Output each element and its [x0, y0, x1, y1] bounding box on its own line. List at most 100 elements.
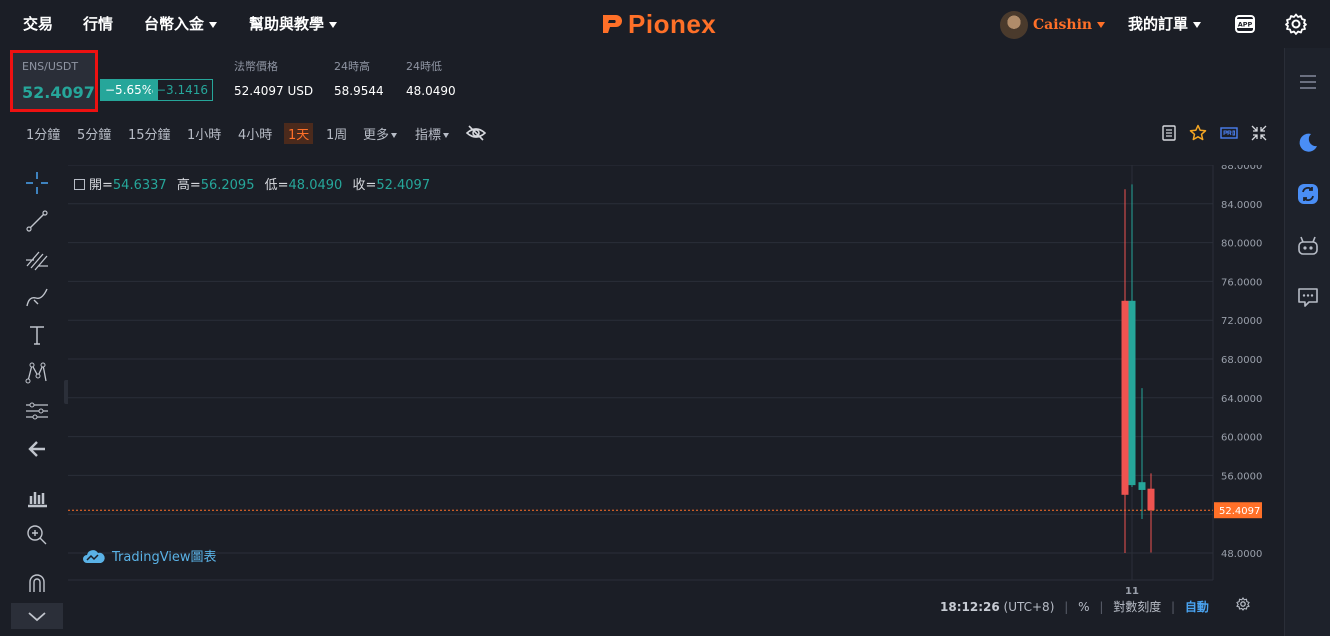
convert-icon[interactable]: [1296, 182, 1320, 206]
interval-1d[interactable]: 1天: [284, 123, 314, 144]
auto-scale-toggle[interactable]: 自動: [1185, 600, 1209, 614]
nav-trade[interactable]: 交易: [23, 13, 53, 34]
fib-tool-icon[interactable]: [24, 246, 50, 272]
gear-icon[interactable]: [1284, 12, 1308, 36]
nav-help[interactable]: 幫助與教學: [249, 13, 338, 34]
collapse-legend-icon[interactable]: [74, 179, 85, 190]
interval-1w[interactable]: 1周: [326, 124, 347, 143]
measure-tool-icon[interactable]: [24, 398, 50, 424]
y-tick-label: 68.0000: [1221, 355, 1262, 366]
interval-1m[interactable]: 1分鐘: [26, 124, 60, 143]
percent-scale-toggle[interactable]: %: [1078, 600, 1089, 614]
nav-deposit[interactable]: 台幣入金: [144, 13, 218, 34]
high-label: 高=: [176, 178, 201, 193]
top-nav: 交易 行情 台幣入金 幫助與教學 Pionex Caishin 我的訂單 APP: [0, 0, 1330, 48]
divider: |: [1064, 600, 1069, 614]
logo-text: Pionex: [628, 8, 717, 39]
chat-icon[interactable]: [1296, 285, 1320, 309]
candle-body: [1138, 482, 1146, 490]
chevron-down-icon: [1097, 22, 1106, 28]
right-sidebar: [1284, 48, 1330, 636]
x-tick-label: 11: [1125, 586, 1139, 597]
zoom-in-icon[interactable]: [24, 522, 50, 548]
y-tick-label: 48.0000: [1221, 549, 1262, 560]
indicators-dropdown[interactable]: 指標: [415, 124, 450, 143]
nav-orders-label: 我的訂單: [1128, 15, 1189, 33]
text-tool-icon[interactable]: [24, 322, 50, 348]
arrow-left-icon[interactable]: [24, 436, 50, 462]
change-absolute-badge: −3.1416: [151, 79, 214, 101]
nav-help-label: 幫助與教學: [249, 15, 325, 33]
high-24h-value: 58.9544: [334, 84, 384, 98]
low-label: 低=: [264, 178, 289, 193]
interval-5m[interactable]: 5分鐘: [77, 124, 111, 143]
pionex-logo-icon: [603, 15, 622, 33]
fiat-price-label: 法幣價格: [234, 60, 278, 73]
y-tick-label: 84.0000: [1221, 200, 1262, 211]
last-price-label: 52.4097: [1219, 506, 1260, 517]
clock-time: 18:12:26: [940, 600, 1000, 614]
candle-body: [1121, 300, 1129, 495]
pair-selector[interactable]: ENS/USDT 52.4097: [10, 50, 98, 112]
chevron-down-icon: [329, 21, 338, 28]
nav-market[interactable]: 行情: [83, 13, 113, 34]
chart-settings-gear-icon[interactable]: [1236, 597, 1250, 611]
interval-4h[interactable]: 4小時: [238, 124, 272, 143]
magnet-icon[interactable]: [24, 570, 50, 596]
interval-1h[interactable]: 1小時: [187, 124, 221, 143]
moon-icon[interactable]: [1296, 131, 1320, 155]
user-name: Caishin: [1033, 17, 1093, 33]
log-scale-toggle[interactable]: 對數刻度: [1113, 600, 1161, 614]
chevron-down-icon: [1193, 21, 1202, 28]
drawing-toolbar: [0, 160, 68, 636]
star-icon[interactable]: [1189, 124, 1207, 142]
y-tick-label: 60.0000: [1221, 433, 1262, 444]
tradingview-credit-text: TradingView圖表: [112, 550, 217, 565]
user-menu[interactable]: Caishin: [1000, 11, 1106, 39]
y-tick-label: 80.0000: [1221, 239, 1262, 250]
indicators-label: 指標: [415, 128, 442, 143]
open-value: 54.6337: [112, 178, 167, 193]
open-label: 開=: [89, 178, 113, 193]
low-value: 48.0490: [288, 178, 343, 193]
nav-orders[interactable]: 我的訂單: [1128, 13, 1202, 34]
change-percent-badge: −5.65%: [100, 79, 159, 101]
candle-body: [1128, 300, 1136, 486]
menu-icon[interactable]: [1296, 70, 1320, 94]
low-24h-label: 24時低: [406, 60, 442, 73]
price-chart[interactable]: 88.0000 84.0000 80.0000 76.0000 72.0000 68.00…: [68, 165, 1263, 636]
y-tick-label: 88.0000: [1221, 165, 1262, 172]
nav-deposit-label: 台幣入金: [144, 15, 205, 33]
expand-tools-button[interactable]: [11, 603, 63, 629]
close-label: 收=: [352, 178, 377, 193]
trend-line-icon[interactable]: [24, 208, 50, 234]
document-icon[interactable]: [1160, 124, 1178, 142]
pattern-tool-icon[interactable]: [24, 360, 50, 386]
more-label: 更多: [363, 128, 390, 143]
pair-name: ENS/USDT: [22, 60, 79, 73]
close-value: 52.4097: [376, 178, 431, 193]
low-24h-value: 48.0490: [406, 84, 456, 98]
pro-mode-icon[interactable]: [1220, 124, 1238, 142]
robot-icon[interactable]: [1296, 234, 1320, 258]
pionex-logo[interactable]: Pionex: [600, 8, 716, 40]
chart-status-bar: 18:12:26 (UTC+8) | % | 對數刻度 | 自動: [940, 598, 1209, 615]
timezone[interactable]: (UTC+8): [1004, 600, 1055, 614]
chevron-down-icon: [28, 612, 46, 622]
chevron-down-icon: [209, 21, 218, 28]
chart-type-icon[interactable]: [24, 484, 50, 510]
tradingview-cloud-icon: [83, 549, 105, 563]
app-download-icon[interactable]: APP: [1233, 12, 1257, 36]
high-value: 56.2095: [200, 178, 255, 193]
candle-body: [1147, 488, 1155, 511]
more-intervals-dropdown[interactable]: 更多: [363, 124, 398, 143]
y-tick-label: 64.0000: [1221, 394, 1262, 405]
interval-15m[interactable]: 15分鐘: [128, 124, 171, 143]
pair-price: 52.4097: [22, 83, 95, 102]
collapse-arrows-icon[interactable]: [1250, 124, 1268, 142]
y-tick-label: 76.0000: [1221, 277, 1262, 288]
brush-icon[interactable]: [24, 284, 50, 310]
crosshair-icon[interactable]: [24, 170, 50, 196]
tradingview-credit[interactable]: TradingView圖表: [82, 546, 217, 565]
hide-eye-icon[interactable]: [466, 124, 486, 142]
